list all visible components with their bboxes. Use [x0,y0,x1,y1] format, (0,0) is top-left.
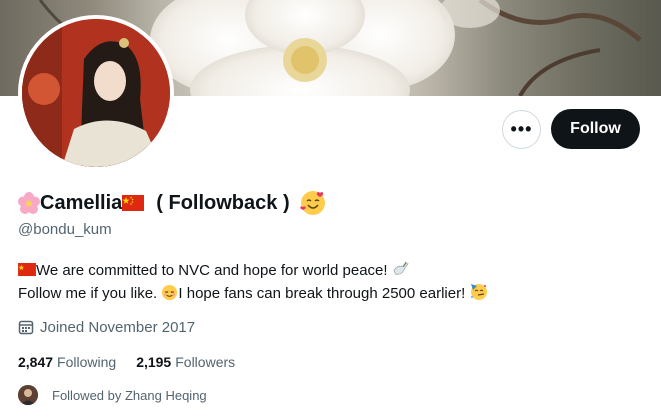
display-name-text: Camellia [40,191,123,214]
bio-line-2: Follow me if you like. I hope fans can b… [18,282,638,305]
follow-stats: 2,847 Following 2,195 Followers [18,354,255,370]
cherry-blossom-icon [18,192,40,214]
dove-icon [393,261,409,275]
joined-date-text: Joined November 2017 [40,318,196,336]
profile-avatar [22,19,170,167]
followed-by-link[interactable]: Followed by Zhang Heqing [18,385,207,405]
followed-by-text: Followed by Zhang Heqing [52,387,207,403]
display-name-suffix: ( Followback ) [156,191,290,214]
bio-line-1: We are committed to NVC and hope for wor… [18,260,638,282]
followers-link[interactable]: 2,195 Followers [136,354,235,370]
smiling-face-with-hearts-icon [299,191,325,215]
joined-date: Joined November 2017 [18,317,195,337]
bio-line-2-text-a: Follow me if you like. [18,285,158,302]
profile-avatar-frame[interactable] [18,15,174,171]
followers-label: Followers [175,354,236,370]
display-name: Camellia ( Followback ) [18,189,326,217]
following-label: Following [57,354,117,370]
followers-count: 2,195 [136,354,172,370]
bio-line-2-text-b: I hope fans can break through 2500 earli… [178,285,466,302]
more-options-button[interactable]: ••• [502,110,541,149]
profile-handle: @bondu_kum [18,221,112,238]
bio-line-1-text: We are committed to NVC and hope for wor… [36,262,388,279]
china-flag-icon [18,263,36,276]
calendar-icon [18,320,34,335]
partying-face-icon [471,284,488,300]
profile-bio: We are committed to NVC and hope for wor… [18,260,638,305]
relieved-face-icon [162,284,178,301]
china-flag-icon [122,195,145,211]
following-link[interactable]: 2,847 Following [18,354,116,370]
follower-avatar [18,385,38,405]
follow-button[interactable]: Follow [551,109,640,149]
following-count: 2,847 [18,354,54,370]
